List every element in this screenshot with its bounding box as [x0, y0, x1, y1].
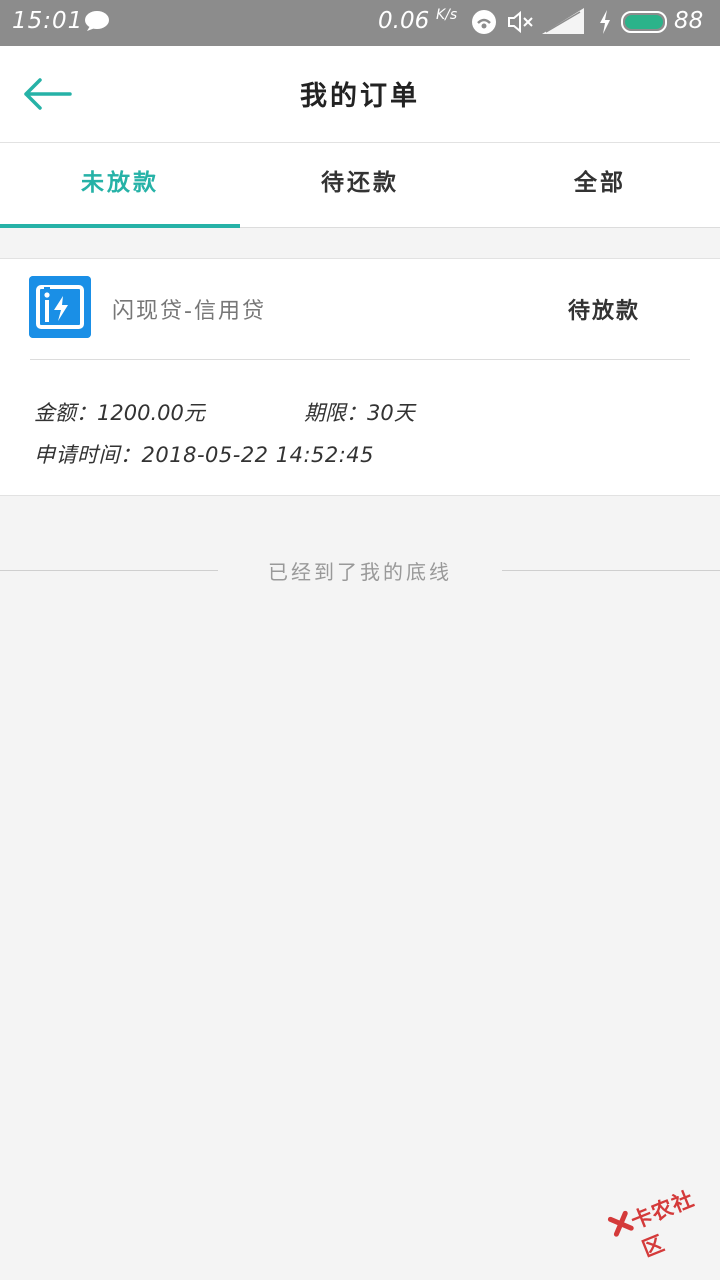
flash-loan-logo-icon — [29, 276, 91, 338]
tab-unreleased[interactable]: 未放款 — [0, 143, 240, 227]
app-header: 我的订单 — [0, 46, 720, 143]
mute-icon — [508, 10, 533, 34]
tab-indicator — [0, 224, 240, 228]
order-apply-time: 申请时间：2018-05-22 14:52:45 — [34, 443, 375, 467]
status-bar: 15:01 0.06 K/s 88 — [0, 0, 720, 46]
net-speed: 0.06 — [378, 8, 430, 34]
order-card[interactable]: 闪现贷-信用贷 待放款 金额：1200.00元 期限：30天 申请时间：2018… — [0, 258, 720, 496]
page-title: 我的订单 — [300, 81, 420, 112]
order-amount: 金额：1200.00元 — [34, 401, 205, 425]
watermark-text: 卡农社区 — [627, 1186, 698, 1262]
card-divider — [30, 359, 690, 360]
order-tabs: 未放款 待还款 全部 — [0, 143, 720, 228]
list-end-text: 已经到了我的底线 — [268, 560, 452, 584]
battery-icon — [621, 11, 667, 33]
wifi-icon — [472, 10, 496, 34]
net-speed-unit: K/s — [436, 7, 458, 23]
product-name: 闪现贷-信用贷 — [112, 299, 266, 324]
order-term: 期限：30天 — [304, 401, 415, 425]
chat-icon — [85, 11, 109, 31]
end-divider-left — [0, 570, 218, 571]
tab-pending-repayment[interactable]: 待还款 — [240, 143, 480, 227]
tab-all[interactable]: 全部 — [480, 143, 720, 227]
watermark: 卡农社区 — [603, 1169, 720, 1274]
order-status: 待放款 — [567, 299, 640, 324]
signal-icon — [542, 8, 584, 34]
battery-level: 88 — [674, 8, 704, 34]
status-time: 15:01 — [12, 8, 84, 34]
charging-icon — [600, 10, 610, 34]
end-divider-right — [502, 570, 720, 571]
